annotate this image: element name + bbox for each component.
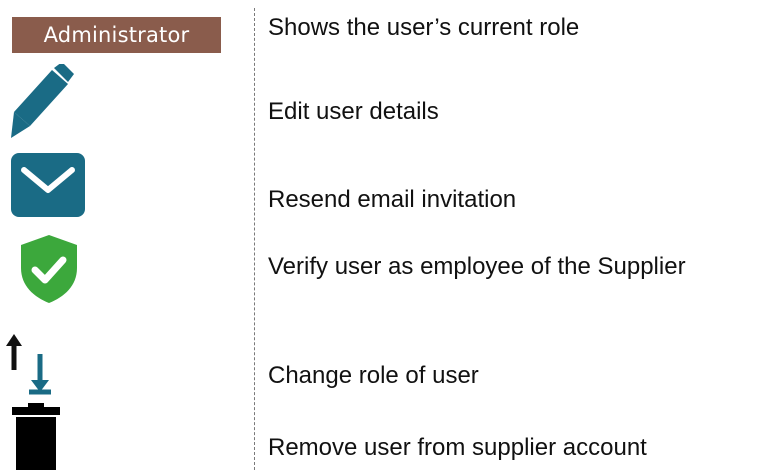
column-divider xyxy=(254,8,255,470)
envelope-icon[interactable] xyxy=(10,152,86,218)
trash-icon[interactable] xyxy=(10,403,62,470)
description-remove-user: Remove user from supplier account xyxy=(268,434,647,461)
description-current-role: Shows the user’s current role xyxy=(268,14,580,41)
role-badge: Administrator xyxy=(12,17,221,53)
pencil-icon[interactable] xyxy=(10,64,74,144)
icon-legend: Administrator Shows the user’s current r… xyxy=(0,0,782,470)
description-edit-user: Edit user details xyxy=(268,98,439,125)
swap-arrows-icon[interactable] xyxy=(4,334,64,396)
description-change-role: Change role of user xyxy=(268,362,479,389)
shield-check-icon[interactable] xyxy=(18,234,80,304)
description-resend-invitation: Resend email invitation xyxy=(268,186,517,213)
description-verify-user: Verify user as employee of the Supplier xyxy=(268,253,686,280)
